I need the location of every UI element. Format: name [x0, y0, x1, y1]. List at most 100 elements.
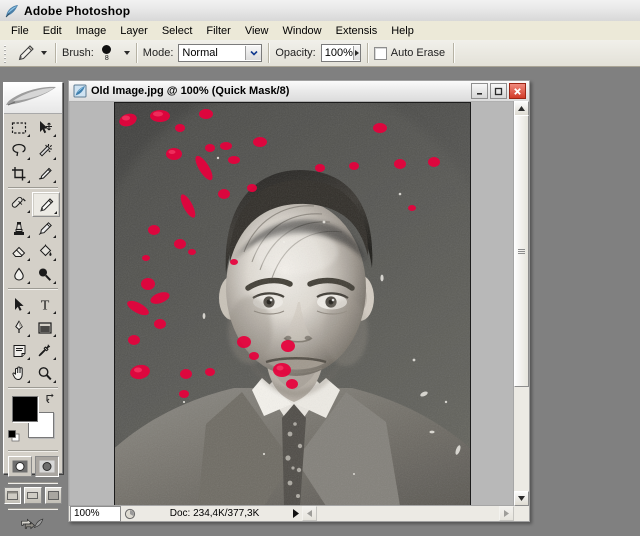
pen-tool[interactable]: [6, 316, 32, 339]
swap-colors-icon[interactable]: [45, 392, 56, 403]
magic-wand-tool[interactable]: [32, 139, 58, 162]
document-title: Old Image.jpg @ 100% (Quick Mask/8): [91, 85, 290, 97]
tool-preset-chevron-down-icon[interactable]: [41, 51, 47, 55]
expand-arrow-icon[interactable]: [290, 509, 302, 518]
healing-brush-tool[interactable]: [6, 192, 32, 215]
move-tool[interactable]: [32, 116, 58, 139]
photo-canvas[interactable]: [114, 102, 471, 506]
brush-preview[interactable]: 8: [94, 42, 120, 64]
move-flyout-corner-icon[interactable]: [53, 134, 56, 137]
bucket-flyout-corner-icon[interactable]: [53, 258, 56, 261]
scroll-right-button[interactable]: [499, 506, 514, 521]
path-selection-tool[interactable]: [6, 293, 32, 316]
maximize-button[interactable]: [490, 83, 507, 99]
pencil-tool[interactable]: [32, 192, 60, 217]
eraser-tool[interactable]: [6, 240, 32, 263]
type-tool[interactable]: T: [32, 293, 58, 316]
document-titlebar[interactable]: Old Image.jpg @ 100% (Quick Mask/8): [69, 81, 529, 102]
clone-stamp-tool[interactable]: [6, 217, 32, 240]
jump-to-imageready-icon[interactable]: [21, 514, 45, 534]
toolbox-divider-1: [8, 187, 58, 188]
menu-edit[interactable]: Edit: [36, 23, 69, 39]
eyedropper-tool[interactable]: [32, 339, 58, 362]
type-flyout-corner-icon[interactable]: [53, 311, 56, 314]
menu-image[interactable]: Image: [69, 23, 114, 39]
standard-mode-button[interactable]: [7, 456, 32, 477]
crop-flyout-corner-icon[interactable]: [27, 180, 30, 183]
active-tool-preview[interactable]: [12, 43, 49, 63]
quick-mask-mode-button[interactable]: [34, 456, 59, 477]
foreground-color-swatch[interactable]: [12, 396, 38, 422]
screen-mode-buttons: [4, 485, 62, 506]
zoom-tool[interactable]: [32, 362, 58, 385]
minimize-button[interactable]: [471, 83, 488, 99]
auto-erase-label: Auto Erase: [390, 47, 446, 59]
options-separator-2: [135, 43, 137, 63]
menu-layer[interactable]: Layer: [113, 23, 155, 39]
standard-screen-mode-button[interactable]: [4, 487, 22, 504]
paint-bucket-tool[interactable]: [32, 240, 58, 263]
marquee-flyout-corner-icon[interactable]: [27, 134, 30, 137]
preview-icon[interactable]: [121, 508, 139, 520]
notes-flyout-corner-icon[interactable]: [27, 357, 30, 360]
close-button[interactable]: [509, 83, 526, 99]
pencil-flyout-corner-icon[interactable]: [54, 211, 57, 214]
options-separator-3: [268, 43, 270, 63]
rectangular-marquee-tool[interactable]: [6, 116, 32, 139]
scroll-up-button[interactable]: [514, 101, 529, 116]
tool-options-bar: Brush: 8 Mode: Normal Opacity: 100% Auto…: [0, 40, 640, 67]
app-titlebar: Adobe Photoshop: [0, 0, 640, 22]
blur-tool[interactable]: [6, 263, 32, 286]
scrollbar-thumb-grip: [518, 248, 525, 254]
slice-flyout-corner-icon[interactable]: [53, 180, 56, 183]
hand-tool[interactable]: [6, 362, 32, 385]
auto-erase-option[interactable]: Auto Erase: [373, 46, 446, 60]
dodge-flyout-corner-icon[interactable]: [53, 281, 56, 284]
vertical-scrollbar-thumb[interactable]: [514, 115, 529, 387]
path-flyout-corner-icon[interactable]: [27, 311, 30, 314]
auto-erase-checkbox[interactable]: [373, 46, 387, 60]
options-bar-grip[interactable]: [2, 43, 9, 63]
history-brush-tool[interactable]: [32, 217, 58, 240]
wand-flyout-corner-icon[interactable]: [53, 157, 56, 160]
mode-chevron-down-icon[interactable]: [245, 46, 262, 60]
history-flyout-corner-icon[interactable]: [53, 235, 56, 238]
healing-flyout-corner-icon[interactable]: [27, 210, 30, 213]
window-buttons: [471, 83, 527, 99]
pen-flyout-corner-icon[interactable]: [27, 334, 30, 337]
slice-tool[interactable]: [32, 162, 58, 185]
blur-flyout-corner-icon[interactable]: [27, 281, 30, 284]
shape-tool[interactable]: [32, 316, 58, 339]
zoom-flyout-corner-icon[interactable]: [53, 380, 56, 383]
eraser-flyout-corner-icon[interactable]: [27, 258, 30, 261]
notes-tool[interactable]: [6, 339, 32, 362]
menu-window[interactable]: Window: [276, 23, 329, 39]
menu-file[interactable]: File: [4, 23, 36, 39]
menu-select[interactable]: Select: [155, 23, 200, 39]
shape-flyout-corner-icon[interactable]: [53, 334, 56, 337]
menu-view[interactable]: View: [238, 23, 276, 39]
scroll-left-button[interactable]: [302, 506, 317, 521]
canvas-area[interactable]: [70, 102, 514, 506]
toolbox-header-feather[interactable]: [4, 83, 62, 114]
opacity-slider-arrow-icon[interactable]: [352, 46, 360, 60]
vertical-scrollbar[interactable]: [513, 101, 529, 506]
brush-chevron-down-icon[interactable]: [123, 51, 130, 55]
mode-select[interactable]: Normal: [178, 44, 263, 62]
lasso-flyout-corner-icon[interactable]: [27, 157, 30, 160]
lasso-tool[interactable]: [6, 139, 32, 162]
full-screen-menubar-mode-button[interactable]: [24, 487, 42, 504]
crop-tool[interactable]: [6, 162, 32, 185]
menu-extensis[interactable]: Extensis: [329, 23, 385, 39]
zoom-level-input[interactable]: 100%: [70, 505, 121, 522]
dodge-tool[interactable]: [32, 263, 58, 286]
menu-filter[interactable]: Filter: [199, 23, 237, 39]
scroll-down-button[interactable]: [514, 491, 529, 506]
eyedropper-flyout-corner-icon[interactable]: [53, 357, 56, 360]
full-screen-mode-button[interactable]: [44, 487, 62, 504]
opacity-input[interactable]: 100%: [320, 44, 361, 62]
menu-help[interactable]: Help: [384, 23, 421, 39]
hand-flyout-corner-icon[interactable]: [27, 380, 30, 383]
stamp-flyout-corner-icon[interactable]: [27, 235, 30, 238]
default-colors-icon[interactable]: [8, 430, 20, 442]
